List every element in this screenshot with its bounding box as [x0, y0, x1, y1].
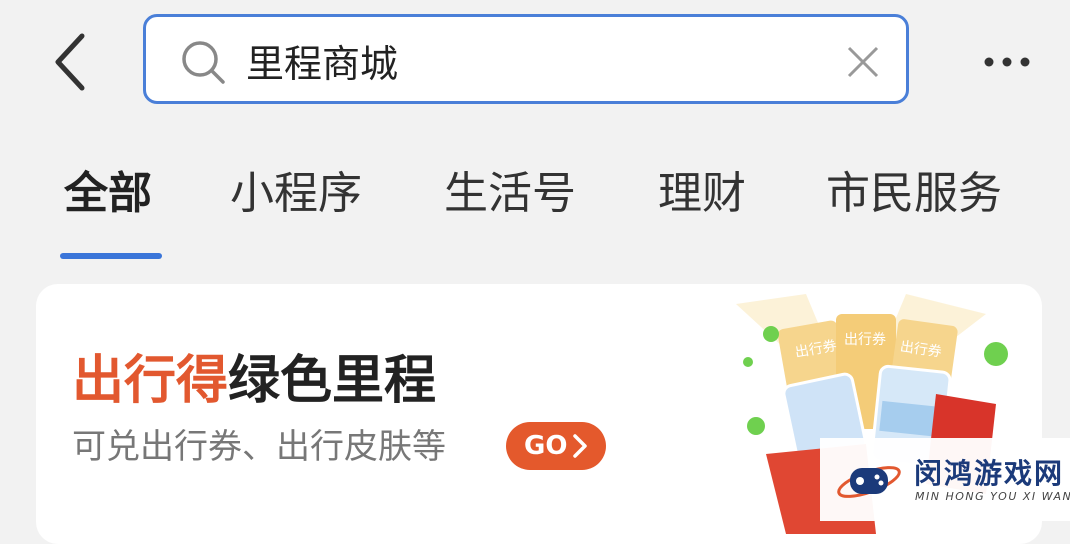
voucher-label: 出行券 — [844, 332, 886, 348]
more-dots-icon — [984, 57, 1030, 67]
card-subtitle: 可兑出行券、出行皮肤等 — [72, 427, 446, 467]
tab-mini-program[interactable]: 小程序 — [230, 164, 362, 224]
search-input[interactable] — [246, 32, 806, 88]
search-icon — [182, 41, 225, 84]
card-title-highlight: 出行得 — [72, 351, 229, 411]
search-bar[interactable] — [143, 14, 909, 104]
chevron-right-icon — [573, 434, 587, 458]
tab-all[interactable]: 全部 — [64, 164, 152, 224]
active-tab-indicator — [60, 253, 162, 259]
tab-citizen-services[interactable]: 市民服务 — [826, 164, 1002, 224]
back-button[interactable] — [48, 30, 96, 94]
more-button[interactable] — [982, 52, 1032, 72]
category-tabs: 全部 小程序 生活号 理财 市民服务 — [0, 150, 1070, 260]
chevron-left-icon — [55, 33, 85, 91]
watermark-en: MIN HONG YOU XI WANG — [915, 490, 1070, 503]
close-icon[interactable] — [846, 45, 880, 79]
card-title: 出行得绿色里程 — [72, 346, 436, 416]
watermark: 闵鸿游戏网 MIN HONG YOU XI WANG — [820, 438, 1070, 521]
tab-finance[interactable]: 理财 — [658, 164, 746, 224]
go-button[interactable]: GO — [506, 422, 606, 470]
tab-life-account[interactable]: 生活号 — [444, 164, 576, 224]
go-label: GO — [524, 431, 568, 461]
card-title-rest: 绿色里程 — [228, 351, 437, 411]
top-bar — [0, 0, 1070, 120]
gamepad-logo-icon — [837, 466, 901, 498]
watermark-cn: 闵鸿游戏网 — [914, 457, 1065, 490]
